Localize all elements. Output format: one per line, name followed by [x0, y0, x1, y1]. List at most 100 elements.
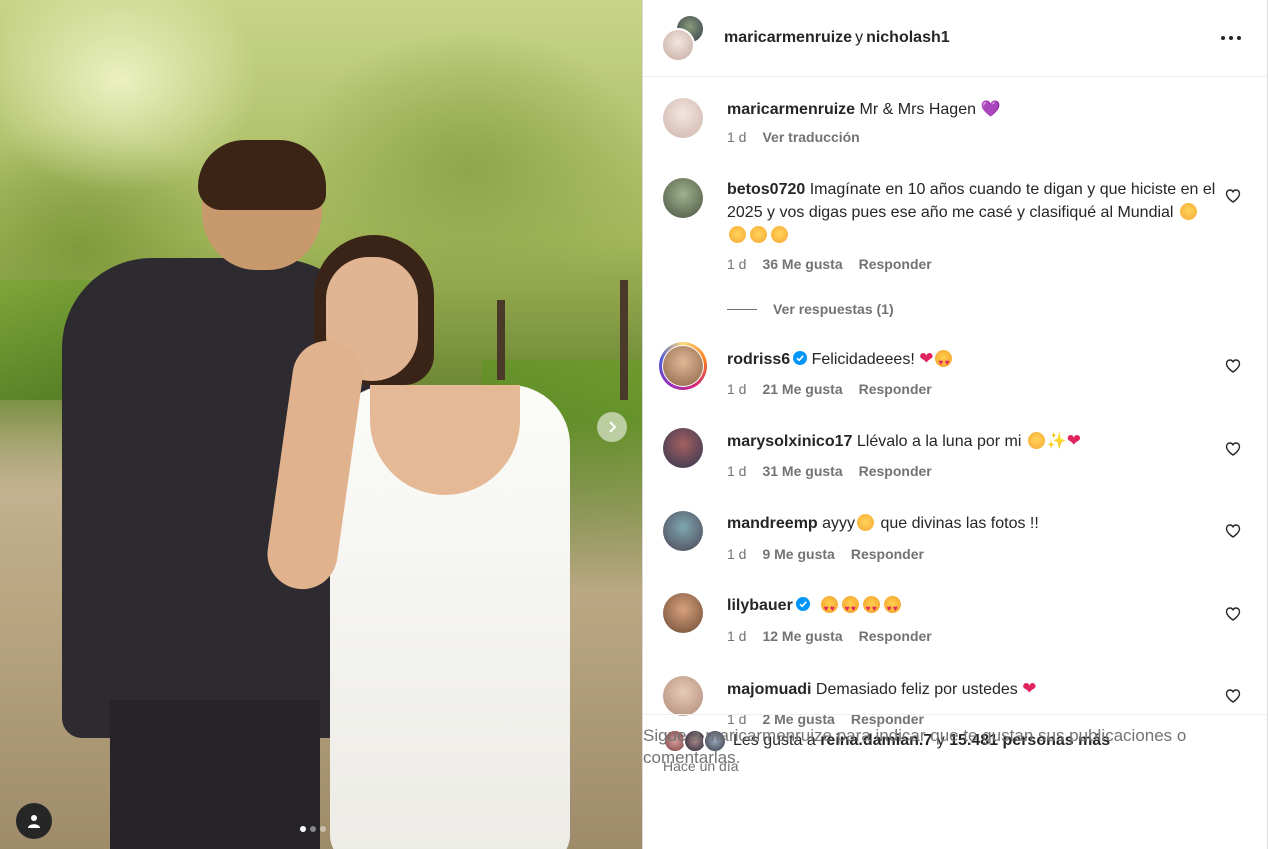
comment-meta: 1 d 31 Me gusta Responder: [727, 463, 932, 479]
comment-meta: 1 d Ver traducción: [727, 129, 860, 145]
heart-eyes-emoji: [883, 596, 901, 620]
comment-time[interactable]: 1 d: [727, 129, 746, 145]
avatar[interactable]: [663, 593, 703, 633]
translate-button[interactable]: Ver traducción: [762, 129, 859, 145]
crying-face-emoji: [771, 226, 788, 243]
comment-time[interactable]: 1 d: [727, 381, 746, 397]
comment-body: rodriss6 Felicidadeees! ❤: [727, 347, 1217, 374]
avatar[interactable]: [663, 346, 703, 386]
comment-text: Llévalo a la luna por mi: [856, 433, 1022, 450]
post-authors: maricarmenruize y nicholash1: [724, 29, 950, 47]
user-tag-icon: [28, 815, 40, 828]
heart-emoji: ❤: [1022, 679, 1037, 698]
avatar[interactable]: [663, 676, 703, 716]
comment-time[interactable]: 1 d: [727, 546, 746, 562]
reply-button[interactable]: Responder: [859, 256, 932, 272]
verified-icon: [793, 351, 808, 365]
view-replies-label: Ver respuestas (1): [773, 301, 894, 317]
avatar[interactable]: [663, 428, 703, 468]
crying-face-emoji: [1179, 203, 1197, 220]
comment-username[interactable]: rodriss6: [727, 351, 790, 368]
reply-button[interactable]: Responder: [859, 381, 932, 397]
avatar[interactable]: [663, 511, 703, 551]
comment-text: Felicidadeees!: [811, 351, 915, 368]
tagged-users-button[interactable]: [16, 803, 52, 839]
comment-meta: 1 d 9 Me gusta Responder: [727, 546, 924, 562]
comment-username[interactable]: majomuadi: [727, 681, 811, 698]
comment-body: marysolxinico17 Llévalo a la luna por mi…: [727, 429, 1217, 453]
reply-button[interactable]: Responder: [851, 546, 924, 562]
comment-username[interactable]: lilybauer: [727, 597, 793, 614]
carousel-dot: [310, 826, 316, 832]
heart-icon[interactable]: [1225, 606, 1241, 622]
comment-text: que divinas las fotos !!: [876, 515, 1039, 532]
chevron-right-icon: [609, 421, 617, 433]
verified-icon: [795, 597, 810, 611]
heart-icon[interactable]: [1225, 188, 1241, 204]
carousel-dots: [300, 826, 326, 832]
login-prompt: Sigue a maricarmenruize para indicar que…: [643, 714, 1267, 849]
author-avatars[interactable]: [661, 14, 709, 62]
heart-icon[interactable]: [1225, 358, 1241, 374]
more-icon[interactable]: [1219, 28, 1243, 48]
carousel-dot-active: [300, 826, 306, 832]
heart-icon[interactable]: [1225, 523, 1241, 539]
comment-emoji: 💜: [980, 101, 1001, 118]
comment-likes[interactable]: 36 Me gusta: [762, 256, 842, 272]
comment-likes[interactable]: 31 Me gusta: [762, 463, 842, 479]
avatar[interactable]: [661, 28, 695, 62]
crying-face-emoji: [729, 226, 746, 243]
heart-eyes-emoji: [841, 596, 859, 620]
comment-likes[interactable]: 9 Me gusta: [762, 546, 834, 562]
comment-body: maricarmenruize Mr & Mrs Hagen 💜: [727, 98, 1217, 121]
comment-username[interactable]: maricarmenruize: [727, 101, 855, 118]
crying-face-emoji: [1027, 432, 1045, 449]
heart-eyes-emoji: [820, 596, 838, 620]
photo-tree: [620, 280, 628, 400]
sparkles-emoji: ✨: [1046, 433, 1067, 450]
reply-button[interactable]: Responder: [859, 463, 932, 479]
comment-meta: 1 d 21 Me gusta Responder: [727, 381, 932, 397]
comment-username[interactable]: marysolxinico17: [727, 433, 852, 450]
post-header: maricarmenruize y nicholash1: [643, 0, 1267, 77]
comment-text: Mr & Mrs Hagen: [859, 101, 976, 118]
heart-emoji: ❤: [1066, 431, 1082, 450]
comment-time[interactable]: 1 d: [727, 628, 746, 644]
crying-face-emoji: [750, 226, 767, 243]
comment-time[interactable]: 1 d: [727, 463, 746, 479]
comment-username[interactable]: betos0720: [727, 181, 805, 198]
post-photo[interactable]: [0, 0, 642, 849]
author-link[interactable]: nicholash1: [866, 29, 950, 46]
heart-eyes-emoji: [862, 596, 880, 620]
post-side-panel: maricarmenruize y nicholash1 maricarmenrui…: [642, 0, 1268, 849]
comment-text: Demasiado feliz por ustedes: [815, 681, 1018, 698]
comment-body: betos0720 Imagínate en 10 años cuando te…: [727, 178, 1217, 247]
crying-face-emoji: [857, 514, 875, 531]
reply-button[interactable]: Responder: [859, 628, 932, 644]
login-prompt-text: Sigue a maricarmenruize para indicar que…: [643, 726, 1187, 767]
authors-joiner: y: [855, 29, 864, 46]
heart-eyes-emoji: [935, 350, 953, 374]
comment-body: majomuadi Demasiado feliz por ustedes ❤: [727, 677, 1217, 701]
heart-icon[interactable]: [1225, 441, 1241, 457]
replies-divider: [727, 308, 757, 310]
comment-meta: 1 d 36 Me gusta Responder: [727, 256, 932, 272]
carousel-dot: [320, 826, 326, 832]
carousel-next-button[interactable]: [597, 412, 627, 442]
view-replies-button[interactable]: Ver respuestas (1): [727, 301, 894, 317]
comment-likes[interactable]: 21 Me gusta: [762, 381, 842, 397]
comment-meta: 1 d 12 Me gusta Responder: [727, 628, 932, 644]
comment-likes[interactable]: 12 Me gusta: [762, 628, 842, 644]
comment-time[interactable]: 1 d: [727, 256, 746, 272]
heart-icon[interactable]: [1225, 688, 1241, 704]
post-modal: maricarmenruize y nicholash1 maricarmenrui…: [0, 0, 1268, 849]
avatar[interactable]: [663, 178, 703, 218]
comment-body: mandreemp ayyy que divinas las fotos !!: [727, 512, 1217, 535]
comment-body: lilybauer: [727, 594, 1217, 620]
comment-text: ayyy: [822, 515, 856, 532]
heart-emoji: ❤: [919, 349, 934, 368]
avatar[interactable]: [663, 98, 703, 138]
comment-username[interactable]: mandreemp: [727, 515, 818, 532]
photo-bride: [262, 235, 570, 849]
author-link[interactable]: maricarmenruize: [724, 29, 852, 46]
